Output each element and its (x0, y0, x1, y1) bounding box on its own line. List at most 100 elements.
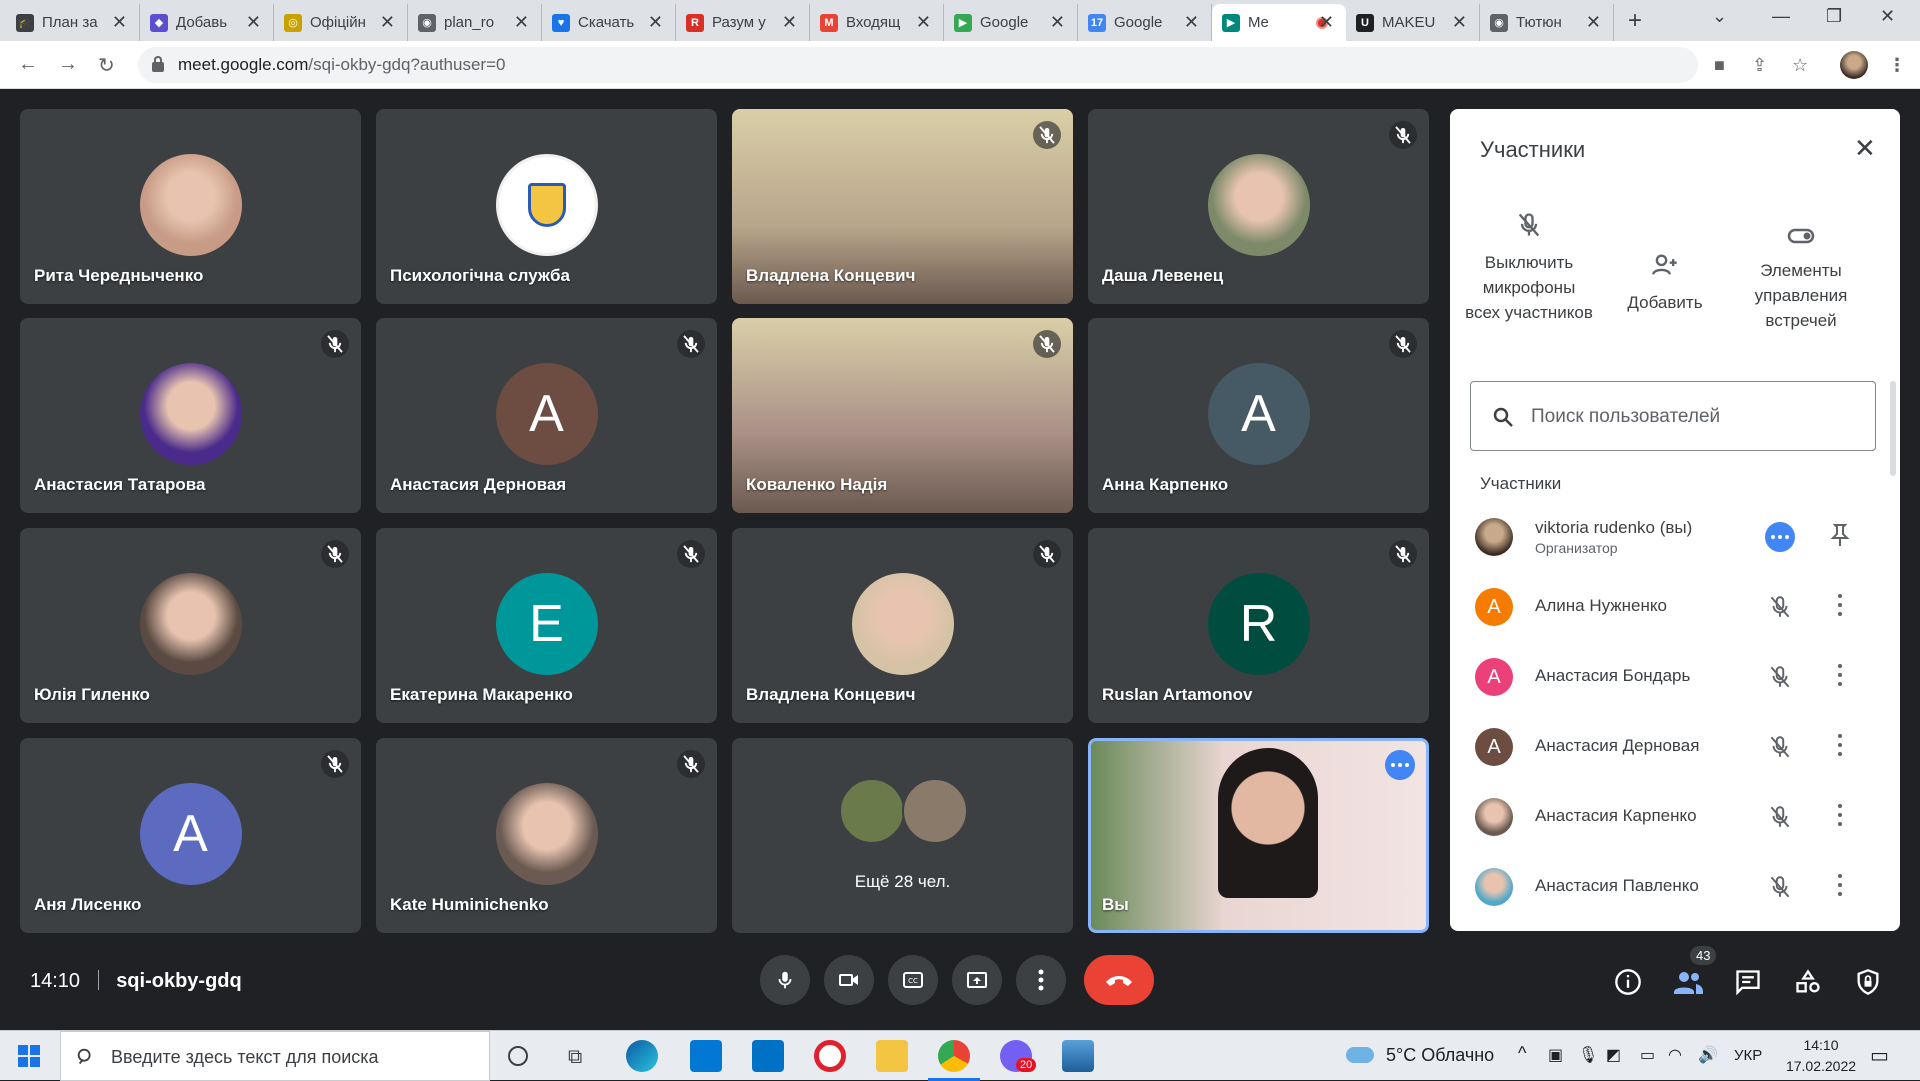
tab-search-icon[interactable]: ⌄ (1712, 6, 1727, 27)
participant-row[interactable]: Анастасия Павленко (1450, 856, 1900, 916)
tray-chevron-icon[interactable]: ^ (1518, 1043, 1526, 1064)
participant-search-input[interactable]: Поиск пользователей (1470, 381, 1876, 451)
participant-tile[interactable]: Е Екатерина Макаренко (376, 528, 717, 723)
opera-icon[interactable] (814, 1040, 846, 1072)
url-field[interactable]: meet.google.com/sqi-okby-gdq?authuser=0 (138, 47, 1698, 83)
browser-tab[interactable]: ▶ Google ✕ (944, 4, 1078, 41)
browser-tab[interactable]: 17 Google ✕ (1078, 4, 1212, 41)
more-options-button[interactable] (1016, 955, 1066, 1005)
self-more-options-icon[interactable] (1385, 750, 1415, 780)
profile-avatar[interactable] (1840, 51, 1868, 79)
participant-tile[interactable]: Психологічна служба (376, 109, 717, 304)
browser-tab[interactable]: ◆ Добавь ✕ (140, 4, 274, 41)
language-indicator[interactable]: УКР (1734, 1047, 1762, 1064)
participant-tile[interactable]: А Анастасия Дерновая (376, 318, 717, 513)
chrome-icon[interactable] (938, 1040, 970, 1072)
participant-row[interactable]: А Алина Нужненко (1450, 576, 1900, 636)
tab-close-icon[interactable]: ✕ (1586, 12, 1601, 33)
new-tab-icon[interactable]: + (1628, 7, 1642, 35)
camera-icon[interactable]: ■ (1714, 55, 1725, 76)
tab-close-icon[interactable]: ✕ (916, 12, 931, 33)
people-button[interactable]: 43 (1672, 946, 1717, 1001)
more-vert-icon[interactable] (1838, 734, 1842, 756)
participant-tile[interactable]: Юлія Гиленко (20, 528, 361, 723)
star-icon[interactable]: ☆ (1792, 55, 1808, 76)
tray-wireless-icon[interactable]: ◠ (1668, 1045, 1682, 1065)
file-explorer-icon[interactable] (876, 1040, 908, 1072)
tab-close-icon[interactable]: ✕ (1452, 12, 1467, 33)
tray-mic-icon[interactable]: 🎙 (1578, 1045, 1598, 1065)
present-button[interactable] (952, 955, 1002, 1005)
participant-tile[interactable]: Коваленко Надія (732, 318, 1073, 513)
weather-text[interactable]: 5°C Облачно (1386, 1045, 1494, 1066)
captions-button[interactable]: CC (888, 955, 938, 1005)
forward-icon[interactable]: → (58, 53, 78, 76)
browser-tab[interactable]: ♥ Скачать ✕ (542, 4, 676, 41)
leave-call-button[interactable] (1084, 955, 1154, 1005)
mail-icon[interactable] (752, 1040, 784, 1072)
tab-close-icon[interactable]: ✕ (648, 12, 663, 33)
notifications-icon[interactable]: ▭ (1870, 1043, 1889, 1068)
windows-start-icon[interactable] (18, 1045, 40, 1067)
browser-tab[interactable]: M Входящ ✕ (810, 4, 944, 41)
participant-tile[interactable]: Рита Чередныченко (20, 109, 361, 304)
mic-button[interactable] (760, 955, 810, 1005)
participant-row[interactable]: А Анастасия Дерновая (1450, 716, 1900, 776)
tray-battery-icon[interactable]: ▭ (1640, 1045, 1655, 1065)
camera-button[interactable] (824, 955, 874, 1005)
close-window-icon[interactable]: ✕ (1880, 6, 1895, 27)
participant-tile[interactable]: Даша Левенец (1088, 109, 1429, 304)
tab-close-icon[interactable]: ✕ (514, 12, 529, 33)
close-panel-icon[interactable]: ✕ (1854, 133, 1876, 164)
edge-icon[interactable] (626, 1040, 658, 1072)
photos-icon[interactable] (1062, 1040, 1094, 1072)
reload-icon[interactable]: ↻ (98, 53, 115, 78)
tab-close-icon[interactable]: ✕ (1319, 12, 1334, 33)
tab-close-icon[interactable]: ✕ (1050, 12, 1065, 33)
activities-button[interactable] (1794, 968, 1822, 1001)
maximize-icon[interactable]: ❐ (1826, 6, 1842, 27)
browser-tab[interactable]: ◎ Офіційн ✕ (274, 4, 408, 41)
participant-tile[interactable]: R Ruslan Artamonov (1088, 528, 1429, 723)
store-icon[interactable] (690, 1040, 722, 1072)
participant-tile[interactable]: Вы (1088, 738, 1429, 933)
share-icon[interactable]: ⇪ (1752, 55, 1767, 76)
tray-wifi-icon[interactable]: ◩ (1606, 1045, 1621, 1065)
more-vert-icon[interactable] (1838, 664, 1842, 686)
tab-close-icon[interactable]: ✕ (782, 12, 797, 33)
tab-close-icon[interactable]: ✕ (246, 12, 261, 33)
minimize-icon[interactable]: — (1772, 6, 1790, 27)
participant-tile[interactable]: Kate Huminichenko (376, 738, 717, 933)
browser-tab[interactable]: ◉ plan_ro ✕ (408, 4, 542, 41)
taskbar-search-input[interactable]: Введите здесь текст для поиска (60, 1031, 490, 1081)
cortana-icon[interactable] (508, 1046, 528, 1066)
more-vert-icon[interactable] (1838, 804, 1842, 826)
participant-row-me[interactable]: viktoria rudenko (вы) Организатор (1450, 506, 1900, 566)
browser-tab[interactable]: ▶ Me ✕ (1212, 4, 1346, 41)
participant-row[interactable]: А Анастасия Бондарь (1450, 646, 1900, 706)
tray-network-icon[interactable]: ▣ (1548, 1045, 1563, 1065)
participant-row[interactable]: Анастасия Карпенко (1450, 786, 1900, 846)
menu-icon[interactable]: ⋮ (1888, 55, 1906, 76)
participant-tile[interactable]: Владлена Концевич (732, 109, 1073, 304)
participant-tile[interactable]: Ещё 28 чел. (732, 738, 1073, 933)
chat-button[interactable] (1734, 968, 1762, 1001)
participant-tile[interactable]: Анастасия Татарова (20, 318, 361, 513)
participant-tile[interactable]: Владлена Концевич (732, 528, 1073, 723)
browser-tab[interactable]: R Разум у ✕ (676, 4, 810, 41)
more-vert-icon[interactable] (1838, 594, 1842, 616)
tab-close-icon[interactable]: ✕ (1184, 12, 1199, 33)
tray-volume-icon[interactable]: 🔊 (1698, 1045, 1718, 1065)
more-options-icon[interactable] (1765, 522, 1795, 552)
add-people-button[interactable]: Добавить (1600, 251, 1730, 315)
host-controls-button[interactable] (1854, 968, 1882, 1001)
meeting-details-icon[interactable] (1614, 968, 1642, 1001)
browser-tab[interactable]: ◉ Тютюн ✕ (1480, 4, 1614, 41)
mute-all-button[interactable]: Выключить микрофоны всех участников (1464, 211, 1594, 325)
tab-close-icon[interactable]: ✕ (380, 12, 395, 33)
participant-tile[interactable]: А Анна Карпенко (1088, 318, 1429, 513)
more-vert-icon[interactable] (1838, 874, 1842, 896)
viber-icon[interactable]: 20 (1000, 1040, 1037, 1072)
browser-tab[interactable]: 🎓 План за ✕ (6, 4, 140, 41)
meeting-controls-button[interactable]: Элементы управления встречей (1736, 225, 1866, 333)
